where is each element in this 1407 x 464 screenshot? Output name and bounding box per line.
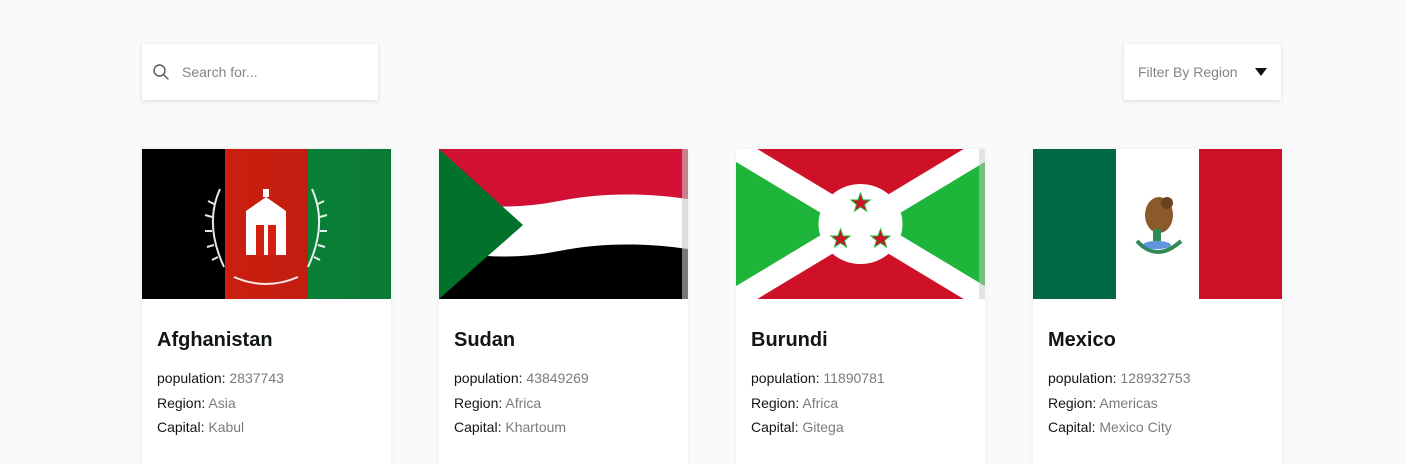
- region-filter-dropdown[interactable]: Filter By Region: [1124, 44, 1281, 100]
- country-card-mexico[interactable]: Mexico population: 128932753 Region: Ame…: [1033, 149, 1282, 464]
- flag-sudan: [439, 149, 688, 299]
- flag-afghanistan: [142, 149, 391, 299]
- population-stat: population: 2837743: [157, 370, 284, 386]
- region-stat: Region: Americas: [1048, 394, 1158, 411]
- capital-stat: Capital: Gitega: [751, 419, 844, 435]
- country-name: Mexico: [1048, 329, 1116, 351]
- population-stat: population: 11890781: [751, 370, 885, 386]
- flag-burundi: [736, 149, 985, 299]
- country-card-sudan[interactable]: Sudan population: 43849269 Region: Afric…: [439, 149, 688, 464]
- capital-stat: Capital: Khartoum: [454, 419, 567, 435]
- flag-mexico: [1033, 149, 1282, 299]
- population-stat: population: 128932753: [1048, 370, 1191, 386]
- population-stat: population: 43849269: [454, 370, 589, 386]
- region-stat: Region: Africa: [751, 394, 839, 411]
- capital-stat: Capital: Mexico City: [1048, 419, 1172, 435]
- country-card-afghanistan[interactable]: Afghanistan population: 2837743 Region: …: [142, 149, 391, 464]
- countries-page: Filter By Region: [0, 0, 1407, 464]
- country-name: Burundi: [751, 329, 828, 351]
- region-stat: Region: Africa: [454, 394, 542, 411]
- region-stat: Region: Asia: [157, 394, 236, 411]
- country-name: Afghanistan: [157, 329, 273, 351]
- filter-label: Filter By Region: [1138, 64, 1238, 80]
- country-name: Sudan: [454, 329, 516, 351]
- search-box[interactable]: [142, 44, 378, 100]
- capital-stat: Capital: Kabul: [157, 419, 245, 435]
- country-card-burundi[interactable]: Burundi population: 11890781 Region: Afr…: [736, 149, 985, 464]
- search-icon: [153, 64, 169, 80]
- caret-down-icon: [1255, 68, 1267, 76]
- search-input[interactable]: [180, 63, 364, 81]
